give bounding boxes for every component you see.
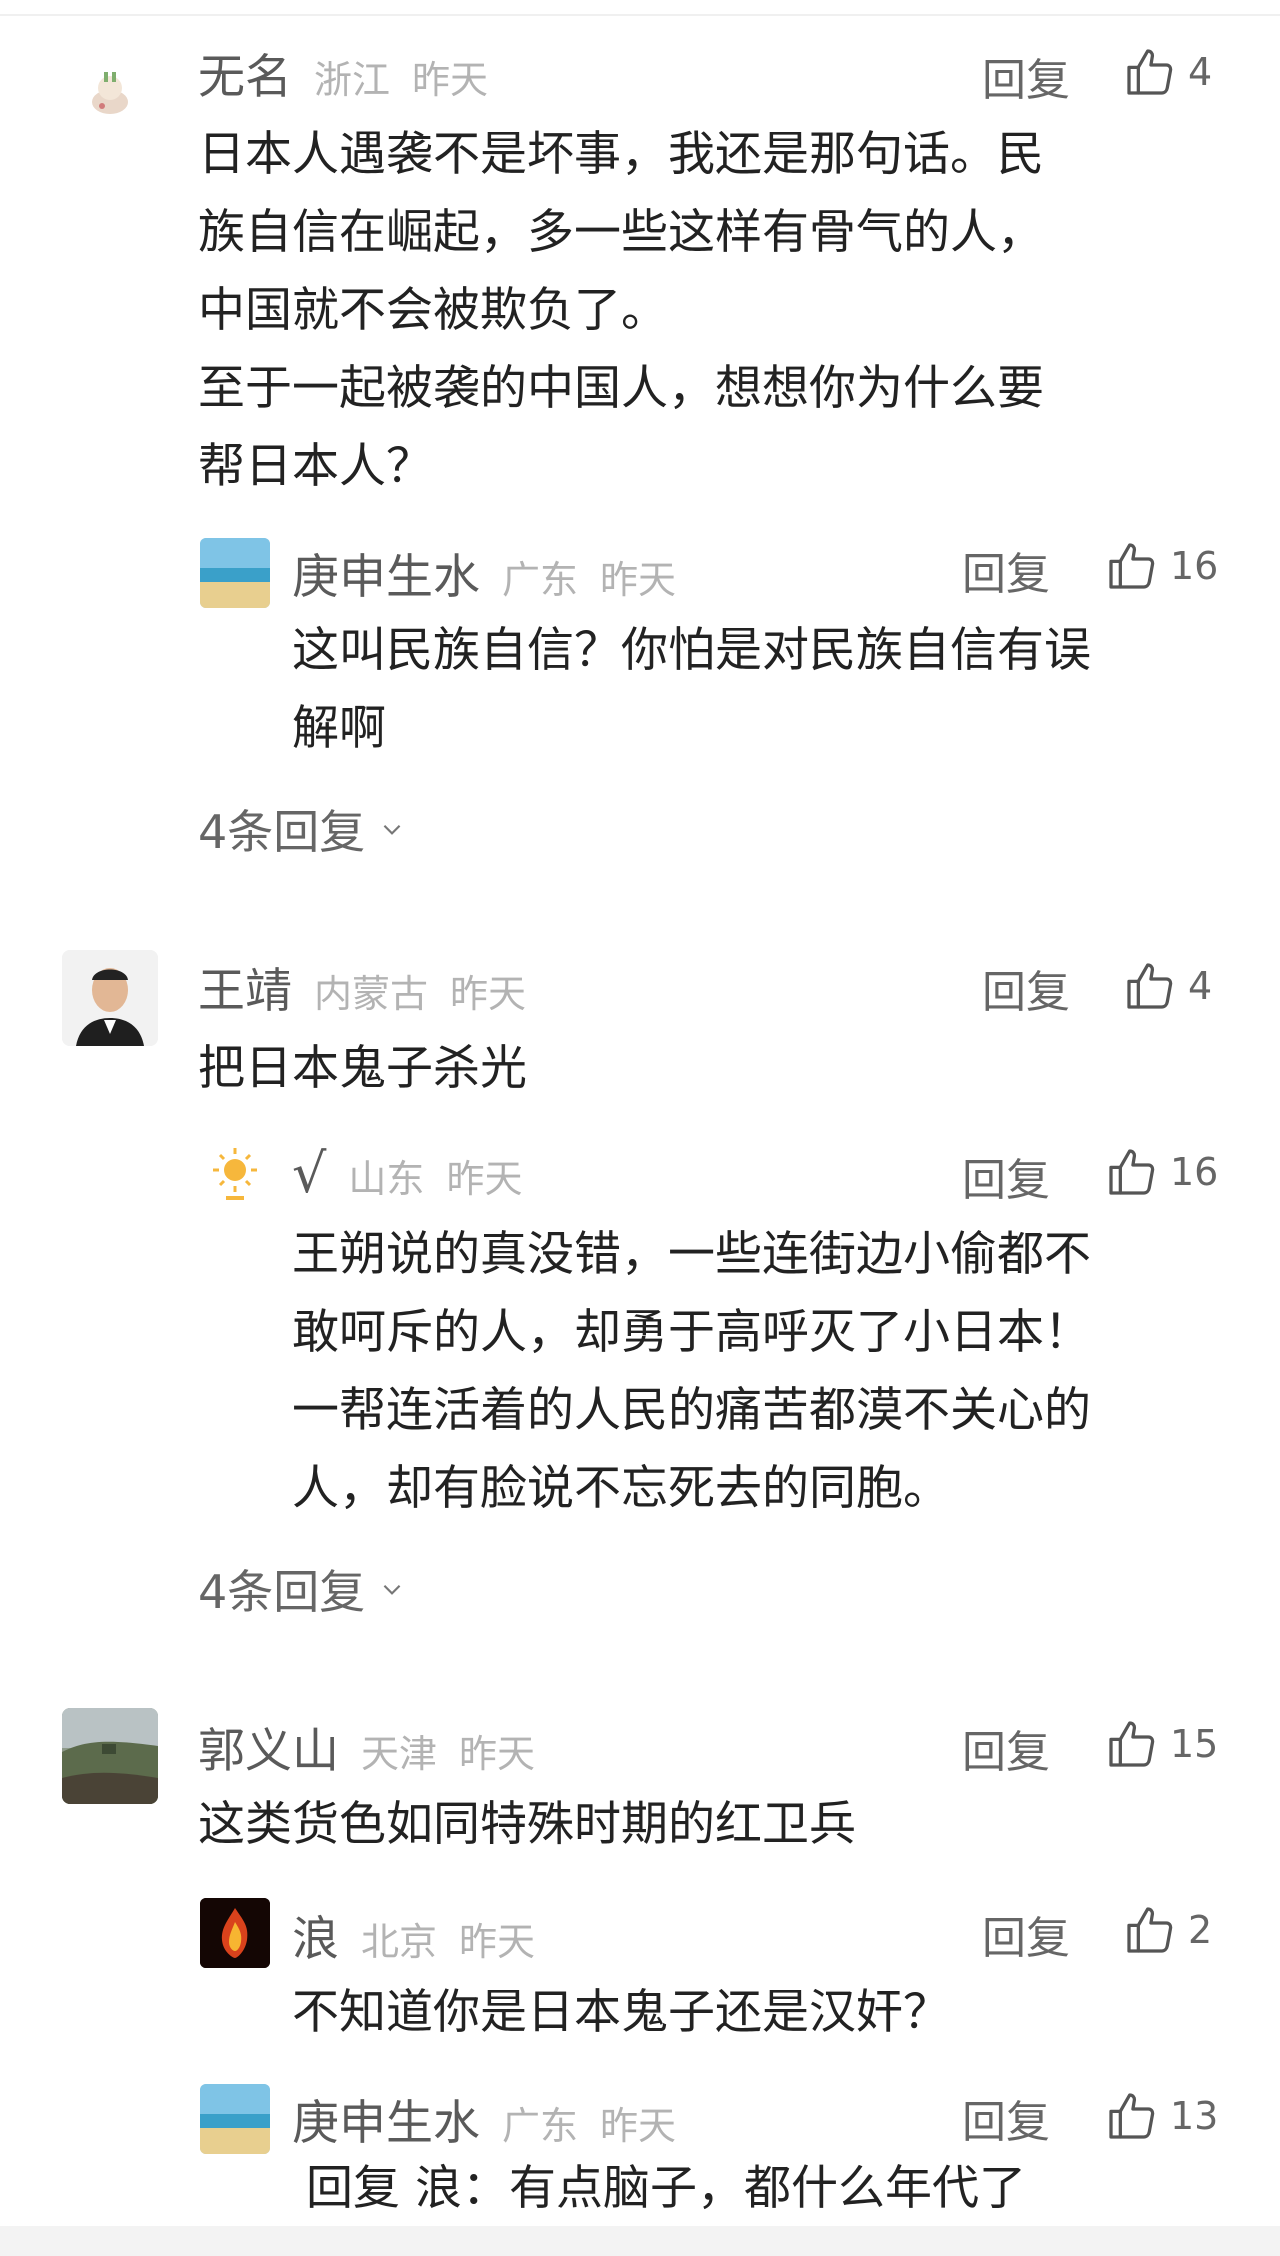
- location: 北京: [361, 1920, 438, 1964]
- location: 广东: [502, 2104, 579, 2148]
- timestamp: 昨天: [600, 2104, 677, 2148]
- avatar[interactable]: [200, 2084, 270, 2154]
- like-button[interactable]: 4: [1122, 42, 1212, 102]
- like-count: 15: [1170, 1722, 1219, 1766]
- comment-meta: √ 山东 昨天: [292, 1142, 523, 1205]
- like-button[interactable]: 15: [1104, 1714, 1218, 1774]
- username[interactable]: 庚申生水: [292, 538, 480, 607]
- comment-meta: 郭义山 天津 昨天: [198, 1712, 535, 1779]
- like-count: 4: [1188, 50, 1213, 94]
- timestamp: 昨天: [450, 972, 527, 1016]
- location: 天津: [361, 1732, 438, 1776]
- like-button[interactable]: 16: [1104, 536, 1218, 596]
- location: 广东: [502, 558, 579, 602]
- thumb-up-icon: [1127, 49, 1173, 95]
- timestamp: 昨天: [459, 1920, 536, 1964]
- username[interactable]: √: [292, 1142, 326, 1205]
- reply-button[interactable]: 回复: [962, 538, 1050, 602]
- top-divider: [0, 14, 1280, 16]
- like-button[interactable]: 13: [1104, 2086, 1218, 2146]
- reply-button[interactable]: 回复: [982, 956, 1070, 1020]
- location: 山东: [348, 1157, 425, 1201]
- reply-button[interactable]: 回复: [962, 2086, 1050, 2150]
- comment-text: 王朔说的真没错，一些连街边小偷都不 敢呵斥的人，却勇于高呼灭了小日本！ 一帮连活…: [292, 1227, 1091, 1516]
- like-button[interactable]: 4: [1122, 956, 1212, 1016]
- timestamp: 昨天: [600, 558, 677, 602]
- like-count: 16: [1170, 544, 1219, 588]
- reply-button[interactable]: 回复: [962, 1144, 1050, 1208]
- reply-button[interactable]: 回复: [982, 1902, 1070, 1966]
- username[interactable]: 庚申生水: [292, 2084, 480, 2153]
- thumb-up-icon: [1109, 543, 1155, 589]
- comment-meta: 无名 浙江 昨天: [198, 38, 488, 105]
- avatar[interactable]: [62, 1708, 158, 1804]
- like-button[interactable]: 16: [1104, 1142, 1218, 1202]
- like-count: 2: [1188, 1908, 1213, 1952]
- like-count: 16: [1170, 1150, 1219, 1194]
- avatar[interactable]: [200, 1140, 270, 1210]
- comment-meta: 庚申生水 广东 昨天: [292, 2084, 676, 2151]
- comment-text: 这叫民族自信？你怕是对民族自信有误 解啊: [292, 623, 1091, 756]
- comment-text: 这类货色如同特殊时期的红卫兵: [198, 1797, 856, 1852]
- reply-button[interactable]: 回复: [982, 44, 1070, 108]
- thumb-up-icon: [1109, 2093, 1155, 2139]
- comment-text: 日本人遇袭不是坏事，我还是那句话。民 族自信在崛起，多一些这样有骨气的人， 中国…: [198, 127, 1044, 494]
- like-count: 4: [1188, 964, 1213, 1008]
- more-replies-link[interactable]: 4条回复: [198, 796, 405, 862]
- reply-button[interactable]: 回复: [962, 1716, 1050, 1780]
- avatar[interactable]: [62, 40, 158, 136]
- username[interactable]: 王靖: [198, 952, 292, 1021]
- timestamp: 昨天: [446, 1157, 523, 1201]
- thumb-up-icon: [1127, 1907, 1173, 1953]
- username[interactable]: 浪: [292, 1900, 339, 1969]
- comment-meta: 浪 北京 昨天: [292, 1900, 535, 1967]
- comment-text: 回复 浪：有点脑子，都什么年代了: [306, 2161, 1026, 2216]
- username[interactable]: 无名: [198, 38, 292, 107]
- like-count: 13: [1170, 2094, 1219, 2138]
- comment-text: 不知道你是日本鬼子还是汉奸？: [292, 1985, 950, 2040]
- comment-meta: 王靖 内蒙古 昨天: [198, 952, 526, 1019]
- bottom-bar: [0, 2226, 1280, 2256]
- avatar[interactable]: [62, 950, 158, 1046]
- comment-meta: 庚申生水 广东 昨天: [292, 538, 676, 605]
- comment-text: 把日本鬼子杀光: [198, 1041, 527, 1096]
- avatar[interactable]: [200, 538, 270, 608]
- thumb-up-icon: [1109, 1149, 1155, 1195]
- more-replies-link[interactable]: 4条回复: [198, 1556, 405, 1622]
- chevron-down-icon: [383, 824, 401, 835]
- thumb-up-icon: [1109, 1721, 1155, 1767]
- avatar[interactable]: [200, 1898, 270, 1968]
- location: 浙江: [314, 58, 391, 102]
- like-button[interactable]: 2: [1122, 1900, 1212, 1960]
- timestamp: 昨天: [459, 1732, 536, 1776]
- timestamp: 昨天: [412, 58, 489, 102]
- username[interactable]: 郭义山: [198, 1712, 339, 1781]
- location: 内蒙古: [314, 972, 429, 1016]
- chevron-down-icon: [383, 1584, 401, 1595]
- thumb-up-icon: [1127, 963, 1173, 1009]
